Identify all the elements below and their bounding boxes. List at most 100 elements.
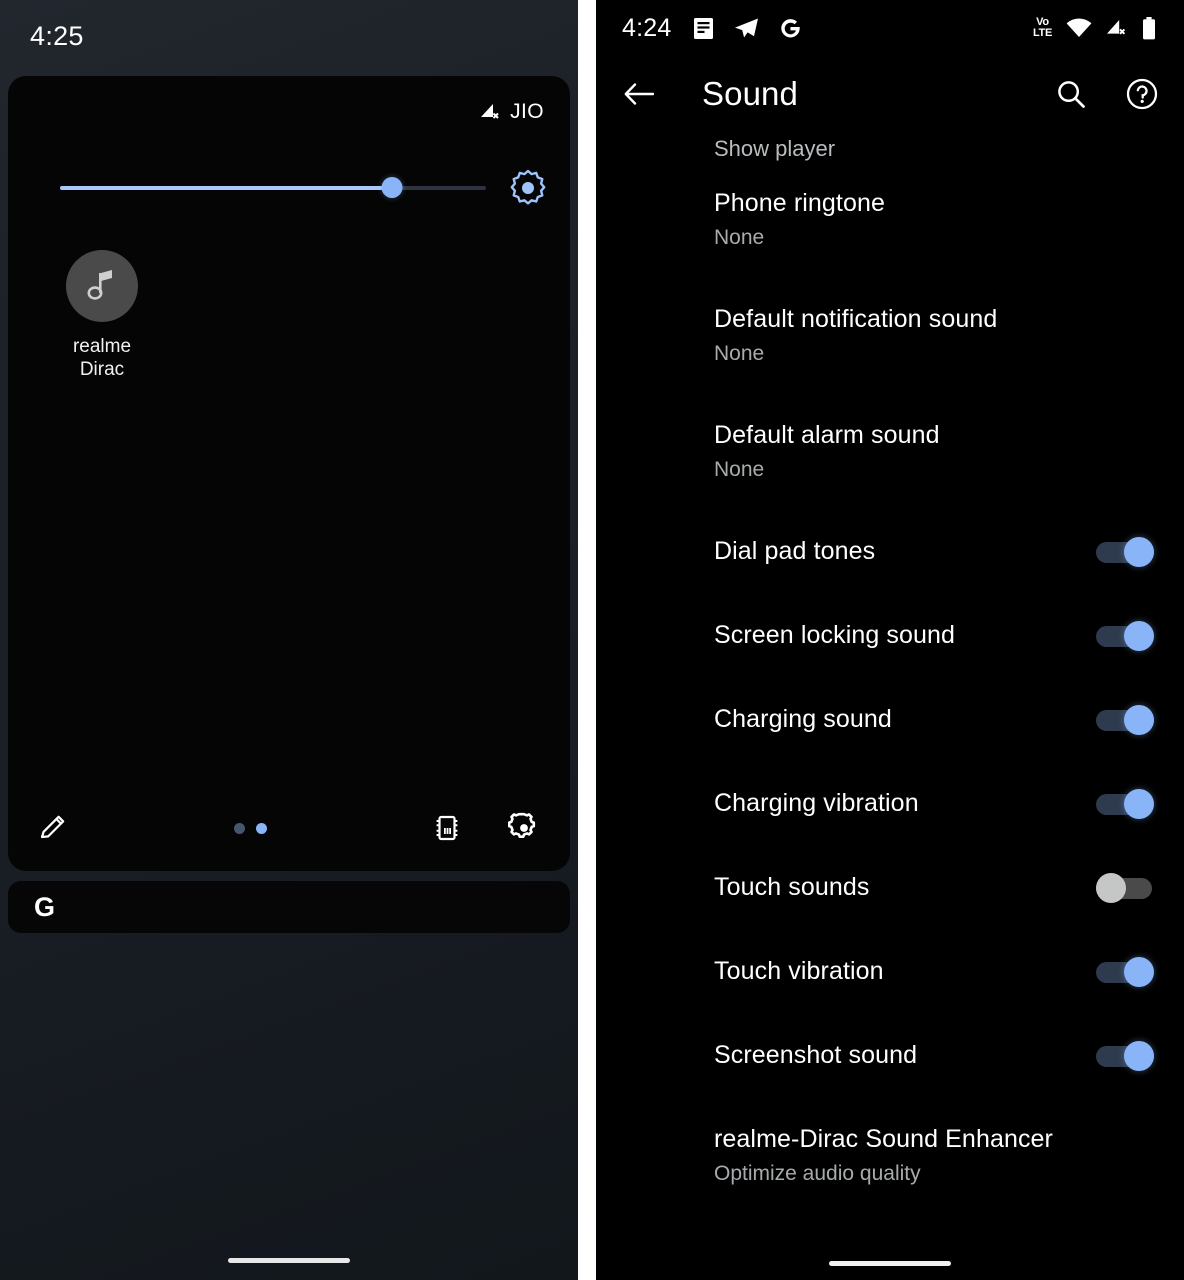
setting-text: Default alarm sound None <box>714 420 1154 484</box>
setting-row[interactable]: realme-Dirac Sound Enhancer Optimize audi… <box>596 1098 1184 1214</box>
battery-icon <box>1142 16 1156 40</box>
carrier-label: JIO <box>510 100 544 123</box>
setting-text: Screen locking sound <box>714 620 1096 651</box>
setting-row[interactable]: Screen locking sound <box>596 594 1184 678</box>
right-status-clock: 4:24 <box>622 13 672 42</box>
gear-icon[interactable] <box>508 812 540 844</box>
setting-row[interactable]: Touch sounds <box>596 846 1184 930</box>
setting-text: Screenshot sound <box>714 1040 1096 1071</box>
system-status-icons: Vo LTE <box>1033 16 1156 40</box>
setting-toggle[interactable] <box>1096 957 1154 987</box>
setting-title: Touch sounds <box>714 873 870 902</box>
volte-line2: LTE <box>1032 27 1052 39</box>
pencil-edit-icon[interactable] <box>38 813 68 843</box>
volte-icon: Vo LTE <box>1033 17 1052 39</box>
dual-screenshot-container: 4:25 JIO realme Dirac G 4:24 Vo LTE Soun… <box>0 0 1184 1280</box>
left-status-clock: 4:25 <box>30 20 84 51</box>
cellular-no-service-icon <box>1106 19 1128 38</box>
notification-icons <box>693 17 802 40</box>
telegram-icon <box>734 17 759 39</box>
auto-brightness-icon[interactable] <box>508 168 548 208</box>
setting-row[interactable]: Default notification sound None <box>596 278 1184 394</box>
page-indicator-dots <box>233 822 267 834</box>
google-g-icon <box>779 17 802 40</box>
setting-title: Phone ringtone <box>714 189 885 218</box>
setting-title: Charging sound <box>714 705 892 734</box>
music-note-icon <box>86 269 118 303</box>
setting-subtitle: None <box>714 226 765 250</box>
setting-toggle[interactable] <box>1096 705 1154 735</box>
setting-text: Charging vibration <box>714 788 1096 819</box>
quick-settings-bottom-bar <box>8 785 570 871</box>
setting-text: Touch vibration <box>714 956 1096 987</box>
media-app-name: realme Dirac <box>59 335 145 381</box>
media-player-tile[interactable]: realme Dirac <box>66 250 570 381</box>
quick-settings-actions <box>432 812 540 844</box>
media-app-name-line2: Dirac <box>79 359 125 381</box>
back-arrow-icon[interactable] <box>624 81 654 107</box>
wifi-icon <box>1066 18 1092 38</box>
setting-text: realme-Dirac Sound Enhancer Optimize audi… <box>714 1124 1154 1188</box>
left-screen-quick-settings: 4:25 JIO realme Dirac G <box>0 0 578 1280</box>
partial-top-item-label[interactable]: Show player <box>596 132 1184 162</box>
setting-text: Charging sound <box>714 704 1096 735</box>
home-indicator-left[interactable] <box>228 1258 350 1263</box>
setting-text: Phone ringtone None <box>714 188 1154 252</box>
toggle-thumb <box>1124 1041 1154 1071</box>
carrier-row: JIO <box>8 76 570 124</box>
toggle-thumb <box>1124 789 1154 819</box>
quick-settings-card: JIO realme Dirac <box>8 76 570 871</box>
setting-text: Touch sounds <box>714 872 1096 903</box>
setting-title: realme-Dirac Sound Enhancer <box>714 1125 1053 1154</box>
setting-title: Default notification sound <box>714 305 998 334</box>
setting-toggle[interactable] <box>1096 873 1154 903</box>
brightness-row <box>8 168 570 208</box>
toolbar-actions <box>1056 78 1158 110</box>
setting-text: Dial pad tones <box>714 536 1096 567</box>
setting-row[interactable]: Screenshot sound <box>596 1014 1184 1098</box>
setting-row[interactable]: Dial pad tones <box>596 510 1184 594</box>
toggle-thumb <box>1096 873 1126 903</box>
page-dot-1[interactable] <box>233 822 245 834</box>
setting-title: Default alarm sound <box>714 421 940 450</box>
signal-no-service-icon <box>479 103 501 121</box>
setting-title: Dial pad tones <box>714 537 876 566</box>
setting-title: Touch vibration <box>714 957 884 986</box>
setting-subtitle: None <box>714 458 765 482</box>
sound-toolbar: Sound <box>596 56 1184 132</box>
right-status-bar: 4:24 Vo LTE <box>596 0 1184 56</box>
sound-settings-list: Phone ringtone None Default notification s… <box>596 162 1184 1214</box>
media-app-name-line1: realme <box>72 336 132 357</box>
setting-text: Default notification sound None <box>714 304 1154 368</box>
slider-fill <box>60 186 393 190</box>
setting-toggle[interactable] <box>1096 621 1154 651</box>
home-indicator-right[interactable] <box>829 1261 951 1266</box>
setting-title: Charging vibration <box>714 789 919 818</box>
toggle-thumb <box>1124 705 1154 735</box>
page-title: Sound <box>702 75 798 112</box>
notes-icon <box>693 17 714 40</box>
toggle-thumb <box>1124 621 1154 651</box>
setting-row[interactable]: Charging vibration <box>596 762 1184 846</box>
setting-row[interactable]: Touch vibration <box>596 930 1184 1014</box>
setting-row[interactable]: Phone ringtone None <box>596 162 1184 278</box>
left-status-bar: 4:25 <box>0 0 578 72</box>
setting-row[interactable]: Charging sound <box>596 678 1184 762</box>
setting-row[interactable]: Default alarm sound None <box>596 394 1184 510</box>
toggle-thumb <box>1124 537 1154 567</box>
toggle-thumb <box>1124 957 1154 987</box>
setting-title: Screenshot sound <box>714 1041 918 1070</box>
search-icon[interactable] <box>1056 79 1086 109</box>
right-screen-sound-settings: 4:24 Vo LTE Sound Show player Phone ring… <box>596 0 1184 1280</box>
google-search-bar[interactable]: G <box>8 881 570 933</box>
setting-toggle[interactable] <box>1096 537 1154 567</box>
setting-toggle[interactable] <box>1096 789 1154 819</box>
setting-subtitle: Optimize audio quality <box>714 1162 921 1186</box>
help-circle-icon[interactable] <box>1126 78 1158 110</box>
setting-toggle[interactable] <box>1096 1041 1154 1071</box>
brightness-slider[interactable] <box>60 177 486 198</box>
page-dot-2[interactable] <box>255 822 267 834</box>
memory-chip-icon[interactable] <box>432 813 462 843</box>
setting-title: Screen locking sound <box>714 621 956 650</box>
slider-thumb[interactable] <box>381 177 403 198</box>
